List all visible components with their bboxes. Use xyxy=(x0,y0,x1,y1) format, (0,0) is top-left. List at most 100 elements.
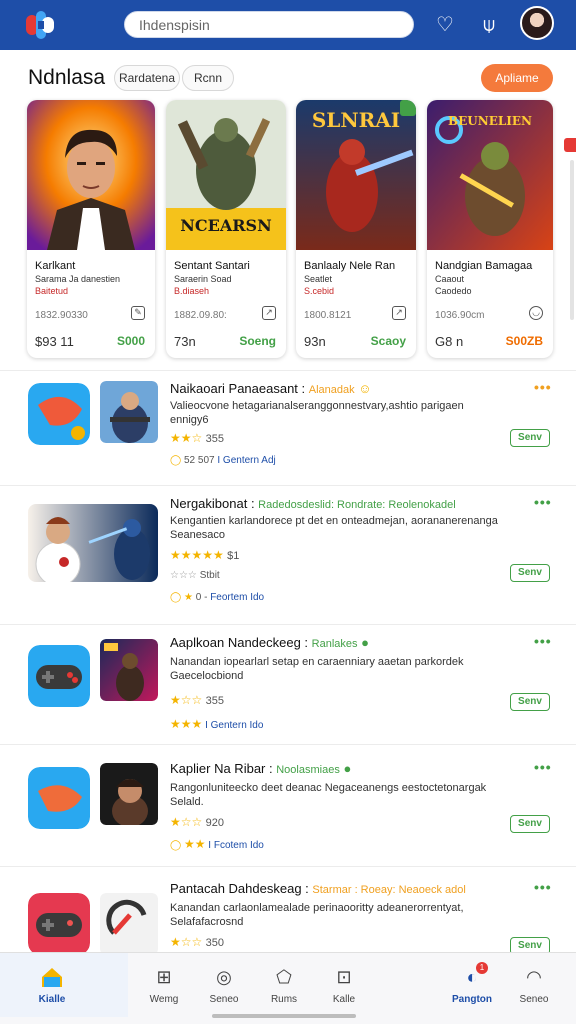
card-action[interactable]: Soeng xyxy=(239,334,276,348)
card-action[interactable]: S00ZB xyxy=(506,334,543,348)
card-action[interactable]: Scaoy xyxy=(371,334,406,348)
card-meta: 1882.09.80: xyxy=(174,310,227,321)
game-art-title: BEUNELIEN xyxy=(447,114,533,128)
refresh-logo-icon xyxy=(100,893,158,955)
home-icon xyxy=(42,968,62,987)
notification-badge: 1 xyxy=(476,962,488,974)
gamepad-icon xyxy=(28,893,90,955)
card-meta: 1800.8121 xyxy=(304,310,352,321)
install-button[interactable]: Senv xyxy=(510,429,550,447)
section-title: Ndnlasa xyxy=(28,66,106,89)
list-item-description: Valieocvone hetagarianalseranggonnestvar… xyxy=(170,400,464,426)
home-indicator[interactable] xyxy=(212,1014,356,1018)
game-card[interactable]: SLNRAI Banlaaly Nele Ran Seatlet S.cebid… xyxy=(296,100,416,358)
list-item-meta: ◯ ★ 0 - Feortem Ido xyxy=(170,592,265,603)
nav-kalle[interactable]: ⊡ Kalle xyxy=(312,966,376,1005)
list-item-meta: ★★★ I Gentern Ido xyxy=(170,717,264,731)
profile-avatar[interactable] xyxy=(520,6,554,40)
list-item-description: Kanandan carlaonlamealade perinaooritty … xyxy=(170,902,464,928)
list-item-description: Kengantien karlandorece pt det en ontead… xyxy=(170,515,498,541)
profile-icon: ◠ xyxy=(526,967,542,987)
list-item-description: Nanandan iopearlarl setap en caraenniary… xyxy=(170,656,464,682)
list-item-title: Pantacah Dahdeskeag : Starmar : Roeay: N… xyxy=(170,881,466,896)
nav-home[interactable]: Kialle xyxy=(20,966,84,1005)
pentagon-icon: ⬠ xyxy=(276,967,292,987)
more-icon[interactable]: ••• xyxy=(534,633,552,649)
more-icon[interactable]: ••• xyxy=(534,494,552,510)
screenshot-banner xyxy=(28,504,158,582)
card-title: Karlkant xyxy=(35,260,76,272)
game-art-title: NCEARSN xyxy=(180,216,272,235)
star-rating: ★☆☆ 350 xyxy=(170,935,224,949)
top-app-bar: Ihdenspisin ♡ ⍦ xyxy=(0,0,576,50)
game-card[interactable]: Karlkant Sarama Ja danestien Baitetud 18… xyxy=(27,100,155,358)
card-badge: B.diaseh xyxy=(174,286,210,296)
star-rating: ★★★★★ $1 xyxy=(170,548,240,562)
list-item-title: Nergakibonat : Radedosdeslid: Rondrate: … xyxy=(170,496,456,511)
list-item-meta: ◯ 52 507 I Gentern Adj xyxy=(170,455,276,466)
card-title: Sentant Santari xyxy=(174,260,250,272)
more-icon[interactable]: ••• xyxy=(534,759,552,775)
install-button[interactable]: Senv xyxy=(510,815,550,833)
list-item[interactable]: Kaplier Na Ribar : Noolasmiaes ● Rangonl… xyxy=(0,744,576,864)
install-button[interactable]: Senv xyxy=(510,564,550,582)
nav-profile[interactable]: ◠ Seneo xyxy=(502,966,566,1005)
share-icon[interactable]: ↗ xyxy=(262,306,276,320)
list-item-title: Naikaoari Panaeasant : Alanadak ☺ xyxy=(170,381,372,396)
heart-icon[interactable]: ♡ xyxy=(432,12,458,38)
scrollbar[interactable] xyxy=(570,160,574,320)
nav-messages[interactable]: ◐ 1 Pangton xyxy=(440,962,504,1005)
list-item[interactable]: Pantacah Dahdeskeag : Starmar : Roeay: N… xyxy=(0,866,576,955)
side-tab[interactable] xyxy=(564,138,576,152)
list-item[interactable]: Nergakibonat : Radedosdeslid: Rondrate: … xyxy=(0,485,576,605)
install-button[interactable]: Senv xyxy=(510,693,550,711)
person-icon[interactable]: ⍦ xyxy=(476,12,502,38)
app-icon xyxy=(28,767,90,829)
screenshot-thumb xyxy=(100,381,158,443)
square-icon: ⊡ xyxy=(336,967,352,987)
more-icon[interactable]: ••• xyxy=(534,879,552,895)
card-action[interactable]: S000 xyxy=(117,334,145,348)
card-subtitle: Seatlet xyxy=(304,274,333,284)
card-subtitle: Saraerin Soad xyxy=(174,274,232,284)
card-price: 73n xyxy=(174,334,196,349)
list-item-description: Rangonluniteecko deet deanac Negaceaneng… xyxy=(170,782,487,808)
card-price: 93n xyxy=(304,334,326,349)
app-icon xyxy=(28,383,90,445)
card-title: Nandgian Bamagaa xyxy=(435,260,533,272)
card-price: $93 11 xyxy=(35,334,74,349)
filter-chip[interactable]: Rardatena xyxy=(114,65,180,91)
emoji-icon[interactable]: ◡ xyxy=(529,306,543,320)
section-cta-button[interactable]: Apliame xyxy=(481,64,553,92)
app-logo-icon[interactable] xyxy=(24,9,56,41)
gamepad-icon xyxy=(28,645,90,707)
nav-rums[interactable]: ⬠ Rums xyxy=(252,966,316,1005)
list-item[interactable]: Naikaoari Panaeasant : Alanadak ☺ Valieo… xyxy=(0,370,576,490)
list-item[interactable]: Aaplkoan Nandeckeeg : Ranlakes ● Nananda… xyxy=(0,624,576,744)
edit-icon[interactable]: ✎ xyxy=(131,306,145,320)
game-art xyxy=(27,100,155,250)
list-item-title: Kaplier Na Ribar : Noolasmiaes ● xyxy=(170,761,352,776)
search-input[interactable]: Ihdenspisin xyxy=(124,11,414,38)
filter-chip[interactable]: Rcnn xyxy=(182,65,234,91)
nav-explore[interactable]: ◎ Seneo xyxy=(192,966,256,1005)
game-card[interactable]: NCEARSN Sentant Santari Saraerin Soad B.… xyxy=(166,100,286,358)
screenshot-thumb xyxy=(100,763,158,825)
card-subtitle: Caaout xyxy=(435,274,465,284)
card-subtitle: Sarama Ja danestien xyxy=(35,274,121,284)
list-item-meta: ◯ ★★ I Fcotem Ido xyxy=(170,837,264,851)
nav-grid[interactable]: ⊞ Wemg xyxy=(132,966,196,1005)
card-badge: Caodedo xyxy=(435,286,472,296)
screenshot-thumb xyxy=(100,639,158,701)
compass-icon: ◎ xyxy=(216,967,232,987)
more-icon[interactable]: ••• xyxy=(534,379,552,395)
featured-section-header: Ndnlasa Rardatena Rcnn Apliame xyxy=(0,62,576,94)
game-card[interactable]: BEUNELIEN Nandgian Bamagaa Caaout Caoded… xyxy=(427,100,553,358)
expand-icon[interactable]: ↗ xyxy=(392,306,406,320)
card-title: Banlaaly Nele Ran xyxy=(304,260,396,272)
list-item-title: Aaplkoan Nandeckeeg : Ranlakes ● xyxy=(170,635,370,650)
game-art-title: SLNRAI xyxy=(311,108,401,132)
star-rating: ★☆☆ 355 xyxy=(170,693,224,707)
card-badge: S.cebid xyxy=(304,286,335,296)
star-rating: ★☆☆ 920 xyxy=(170,815,224,829)
